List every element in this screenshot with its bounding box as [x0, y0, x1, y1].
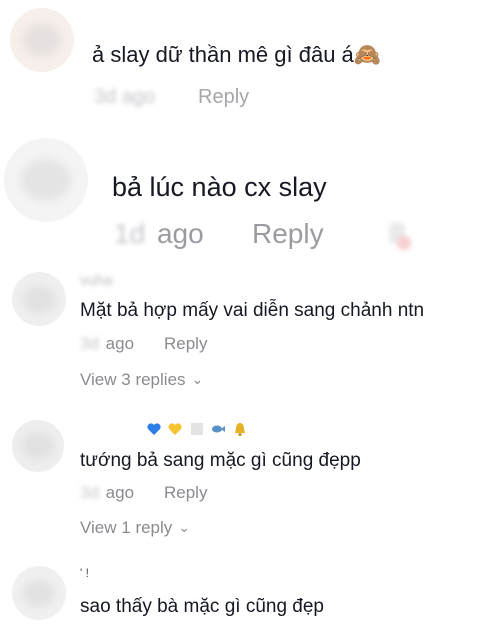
comment-text: bả lúc nào cx slay [112, 172, 327, 202]
comment-time-prefix: 1d [114, 218, 146, 249]
view-replies-label: View 1 reply [80, 518, 173, 537]
comment-list: ả slay dữ thần mê gì đâu á🙈 3d ago Reply… [0, 0, 500, 631]
comment-meta: 1d ago Reply [114, 218, 324, 250]
comment-time-suffix: ago [105, 334, 135, 353]
view-replies-button[interactable]: View 3 replies ⌄ [80, 370, 203, 390]
comment-time-suffix: ago [156, 218, 204, 249]
reply-button[interactable]: Reply [164, 483, 207, 503]
yellow-heart-icon [168, 423, 183, 435]
avatar[interactable] [12, 272, 66, 326]
comment-time-suffix: ago [105, 483, 135, 502]
reply-button[interactable]: Reply [164, 334, 207, 354]
comment-meta: 3d ago Reply [94, 86, 249, 109]
fish-icon [212, 425, 226, 433]
comment-meta: 3d ago Reply [80, 483, 207, 503]
username-emojis[interactable] [146, 420, 249, 440]
username[interactable]: vuha [80, 272, 113, 289]
comment-time-prefix: 3d [80, 334, 99, 353]
avatar[interactable] [10, 8, 74, 72]
white-square-icon [190, 422, 203, 435]
bell-icon [234, 422, 245, 436]
avatar[interactable] [12, 420, 64, 472]
view-replies-label: View 3 replies [80, 370, 186, 389]
like-heart-icon[interactable] [383, 218, 413, 252]
reply-button[interactable]: Reply [252, 218, 324, 250]
comment-text: ả slay dữ thần mê gì đâu á🙈 [92, 42, 382, 67]
view-replies-button[interactable]: View 1 reply ⌄ [80, 518, 190, 538]
chevron-down-icon: ⌄ [191, 371, 204, 387]
comment-time: 3d ago [94, 86, 156, 108]
comment-text: sao thấy bà mặc gì cũng đẹp [80, 596, 324, 617]
avatar[interactable] [12, 566, 66, 620]
blue-heart-icon [147, 423, 161, 435]
avatar[interactable] [4, 138, 88, 222]
chevron-down-icon: ⌄ [178, 519, 191, 535]
comment-time-prefix: 3d [80, 483, 99, 502]
username[interactable]: ' ! [80, 566, 89, 580]
comment-text: Mặt bả hợp mấy vai diễn sang chảnh ntn [80, 300, 425, 321]
comment-meta: 3d ago Reply [80, 334, 207, 354]
reply-button[interactable]: Reply [198, 86, 249, 109]
comment-text: tướng bả sang mặc gì cũng đẹpp [80, 450, 361, 471]
